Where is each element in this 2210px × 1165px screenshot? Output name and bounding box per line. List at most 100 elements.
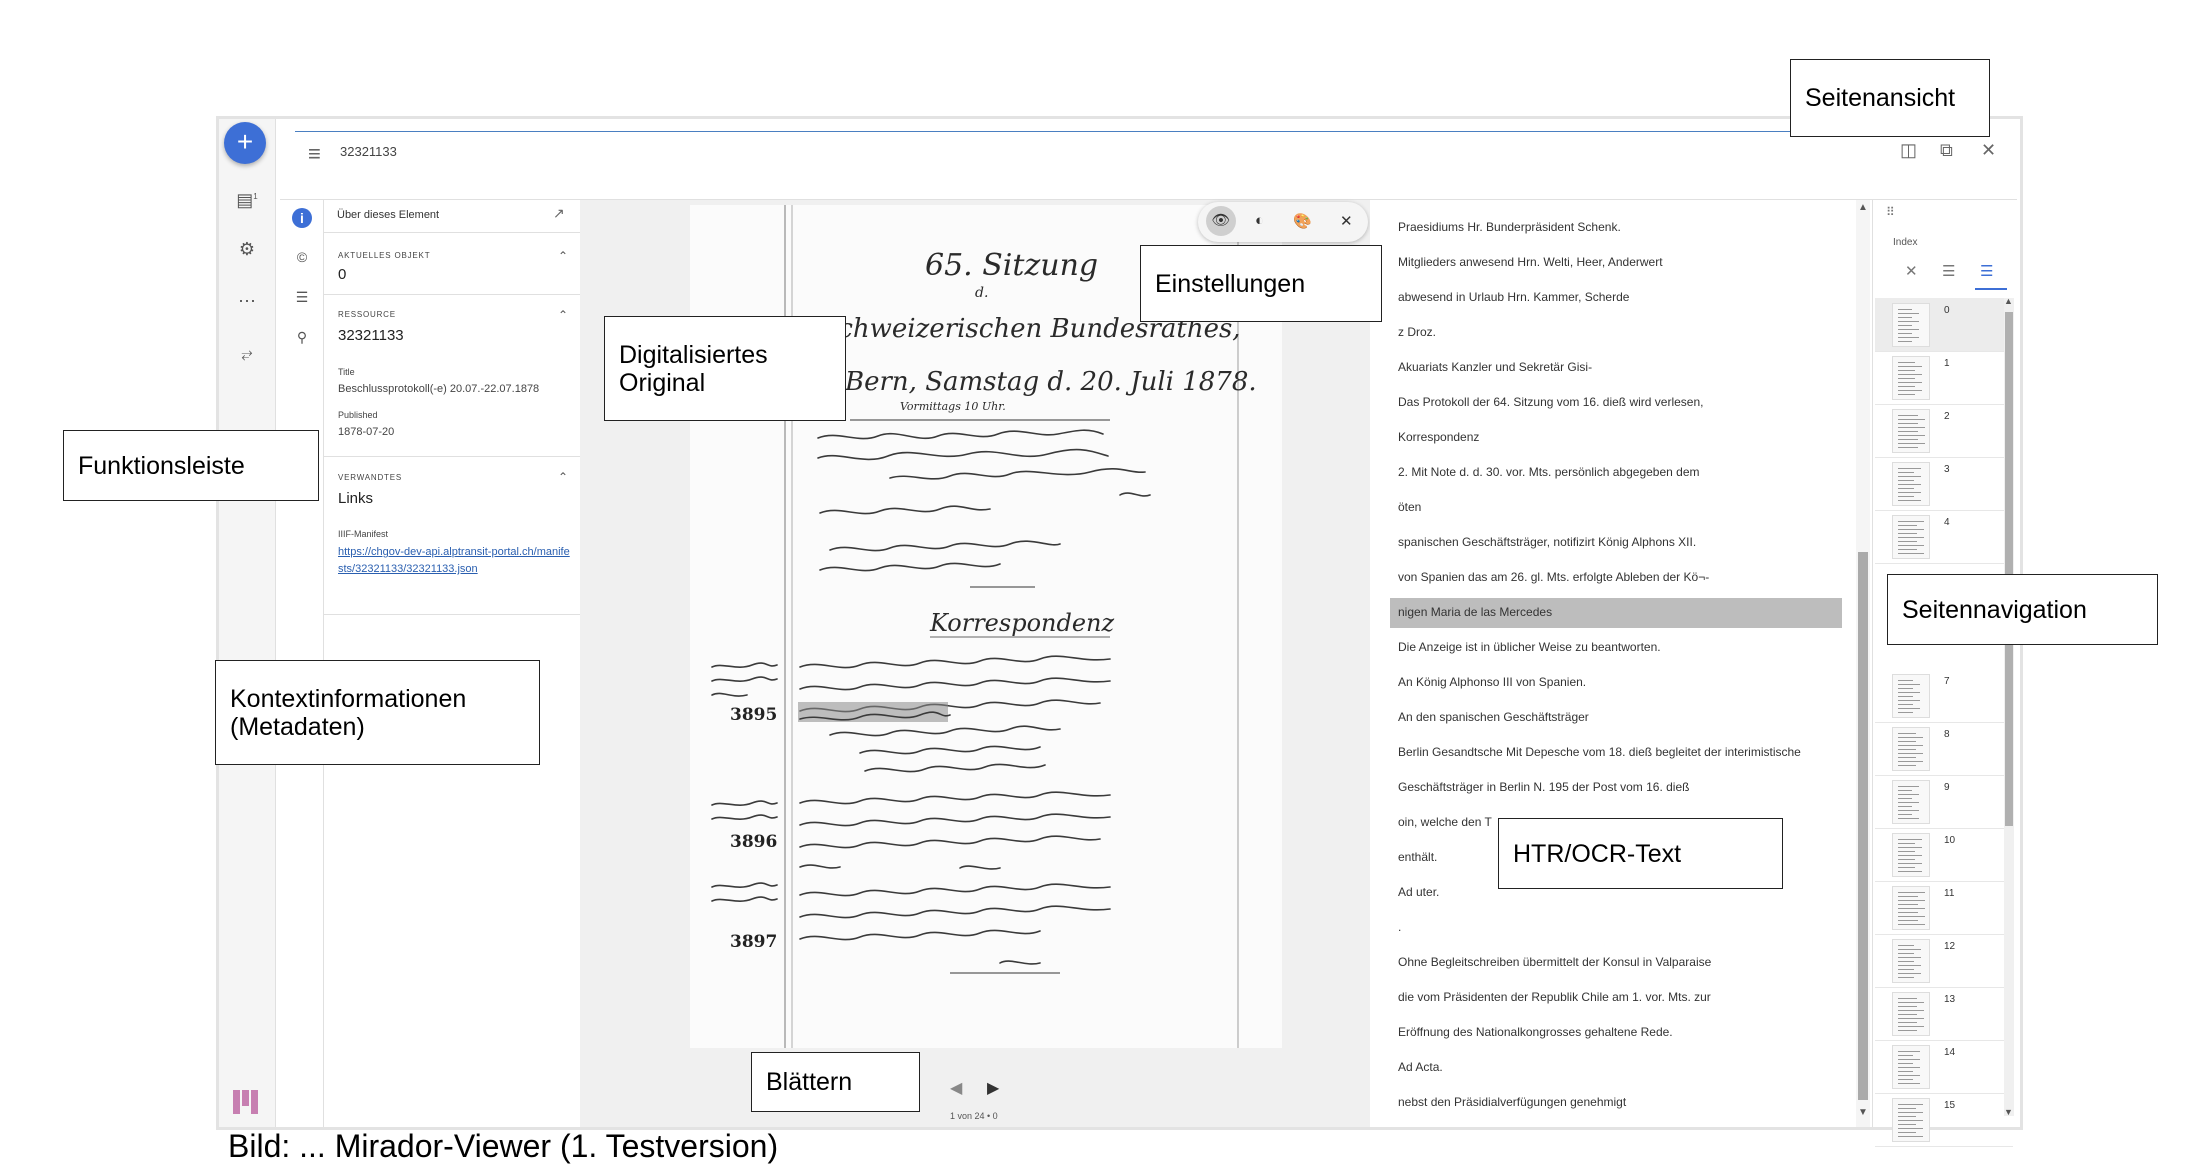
text-line[interactable]: von Spanien das am 26. gl. Mts. erfolgte… <box>1398 570 1709 584</box>
page-thumbnail-image[interactable] <box>1892 674 1930 718</box>
title-caption: Title <box>338 367 355 377</box>
page-thumbnail-image[interactable] <box>1892 356 1930 400</box>
text-line[interactable]: die vom Präsidenten der Republik Chile a… <box>1398 990 1711 1004</box>
chevron-up-icon[interactable]: ⌃ <box>558 249 568 263</box>
text-line-highlighted[interactable]: nigen Maria de las Mercedes <box>1398 605 1552 619</box>
page-thumbnail-image[interactable] <box>1892 1098 1930 1142</box>
text-line[interactable]: Ad Acta. <box>1398 1060 1443 1074</box>
scroll-up-icon[interactable]: ▲ <box>2004 296 2013 306</box>
text-line[interactable]: 2. Mit Note d. d. 30. vor. Mts. persönli… <box>1398 465 1700 479</box>
previous-page-button[interactable]: ◀ <box>950 1078 962 1098</box>
search-icon[interactable]: ⚲ <box>292 327 312 347</box>
page-number: 12 <box>1944 941 1956 952</box>
chevron-up-icon[interactable]: ⌃ <box>558 470 568 484</box>
copyright-icon[interactable]: © <box>292 247 312 267</box>
text-line[interactable]: Ad uter. <box>1398 885 1439 899</box>
page-thumbnail-image[interactable] <box>1892 886 1930 930</box>
text-line[interactable]: Die Anzeige ist in üblicher Weise zu bea… <box>1398 640 1661 654</box>
page-thumbnail-image[interactable] <box>1892 939 1930 983</box>
page-thumbnail-image[interactable] <box>1892 833 1930 877</box>
text-line[interactable]: Korrespondenz <box>1398 430 1479 444</box>
next-page-button[interactable]: ▶ <box>987 1078 999 1098</box>
page-thumbnail[interactable]: 9 <box>1875 775 2013 829</box>
contrast-icon[interactable]: ◐ <box>1255 212 1264 229</box>
page-counter: 1 von 24 • 0 <box>950 1111 998 1121</box>
page-number: 3 <box>1944 464 1950 475</box>
page-thumbnail-image[interactable] <box>1892 409 1930 453</box>
page-thumbnail[interactable]: 7 <box>1875 669 2013 723</box>
info-icon[interactable]: i <box>292 208 312 228</box>
page-thumbnail-image[interactable] <box>1892 780 1930 824</box>
close-icon[interactable]: ✕ <box>1340 212 1353 230</box>
page-thumbnail-image[interactable] <box>1892 727 1930 771</box>
page-thumbnail[interactable]: 4 <box>1875 510 2013 564</box>
htr-text-pane[interactable] <box>1370 200 1860 1127</box>
page-thumbnail-image[interactable] <box>1892 462 1930 506</box>
page-thumbnail[interactable]: 0 <box>1875 298 2013 352</box>
annotation-kontextinformationen: Kontextinformationen (Metadaten) <box>215 660 540 765</box>
chevron-up-icon[interactable]: ⌃ <box>558 308 568 322</box>
window-title: 32321133 <box>340 144 397 159</box>
text-line[interactable]: öten <box>1398 500 1421 514</box>
split-view-icon[interactable]: ◫ <box>1900 140 1917 161</box>
list-icon[interactable]: ☰ <box>1942 262 1955 280</box>
page-thumbnail-image[interactable] <box>1892 515 1930 559</box>
page-thumbnail[interactable]: 2 <box>1875 404 2013 458</box>
page-thumbnail[interactable]: 12 <box>1875 934 2013 988</box>
eye-icon[interactable]: 👁 <box>1206 206 1236 236</box>
text-line[interactable]: enthält. <box>1398 850 1437 864</box>
text-line[interactable]: Mitglieders anwesend Hrn. Welti, Heer, A… <box>1398 255 1663 269</box>
close-icon[interactable]: ✕ <box>1905 262 1918 280</box>
resource-caption: RESSOURCE <box>338 310 396 319</box>
palette-icon[interactable]: 🎨 <box>1293 212 1312 230</box>
text-line[interactable]: Geschäftsträger in Berlin N. 195 der Pos… <box>1398 780 1689 794</box>
page-thumbnail[interactable]: 1 <box>1875 351 2013 405</box>
page-thumbnail[interactable]: 14 <box>1875 1040 2013 1094</box>
page-number: 10 <box>1944 835 1956 846</box>
drag-handle-icon[interactable]: ⠿ <box>1886 205 1895 219</box>
page-thumbnail[interactable]: 13 <box>1875 987 2013 1041</box>
thumbnail-list-icon[interactable]: ☰ <box>1980 262 1993 280</box>
page-thumbnail[interactable]: 3 <box>1875 457 2013 511</box>
hamburger-icon[interactable]: ≡ <box>308 141 321 167</box>
page-thumbnail[interactable]: 8 <box>1875 722 2013 776</box>
text-line[interactable]: Akuariats Kanzler und Sekretär Gisi- <box>1398 360 1592 374</box>
pagenav-scrollbar-thumb[interactable] <box>2005 312 2013 826</box>
mirador-logo <box>233 1090 259 1114</box>
iiif-manifest-link[interactable]: https://chgov-dev-api.alptransit-portal.… <box>338 544 570 578</box>
text-line[interactable]: . <box>1398 920 1401 934</box>
page-thumbnail-image[interactable] <box>1892 992 1930 1036</box>
drag-icon[interactable]: ⥂ <box>236 342 258 364</box>
open-external-icon[interactable]: ↗ <box>553 205 565 222</box>
text-line[interactable]: z Droz. <box>1398 325 1436 339</box>
text-line[interactable]: nebst den Präsidialverfügungen genehmigt <box>1398 1095 1626 1109</box>
catalog-icon[interactable]: ▤1 <box>236 186 258 210</box>
scroll-up-icon[interactable]: ▲ <box>1858 202 1868 213</box>
settings-icon[interactable]: ⚙ <box>236 238 258 260</box>
text-line[interactable]: An den spanischen Geschäftsträger <box>1398 710 1589 724</box>
page-thumbnail[interactable]: 15 <box>1875 1093 2013 1147</box>
text-line[interactable]: Eröffnung des Nationalkongrosses gehalte… <box>1398 1025 1673 1039</box>
divider <box>324 294 580 295</box>
text-line[interactable]: Das Protokoll der 64. Sitzung vom 16. di… <box>1398 395 1703 409</box>
text-line[interactable]: Ohne Begleitschreiben übermittelt der Ko… <box>1398 955 1711 969</box>
text-scrollbar-thumb[interactable] <box>1858 552 1868 1100</box>
annotation-seitenansicht: Seitenansicht <box>1790 59 1990 137</box>
text-line[interactable]: An König Alphonso III von Spanien. <box>1398 675 1586 689</box>
page-thumbnail[interactable]: 10 <box>1875 828 2013 882</box>
page-thumbnail-image[interactable] <box>1892 1045 1930 1089</box>
text-line[interactable]: spanischen Geschäftsträger, notifizirt K… <box>1398 535 1696 549</box>
toc-icon[interactable]: ☰ <box>292 287 312 307</box>
text-line[interactable]: Praesidiums Hr. Bunderpräsident Schenk. <box>1398 220 1621 234</box>
fullscreen-icon[interactable]: ⧉ <box>1940 140 1953 161</box>
more-icon[interactable]: ⋯ <box>236 290 258 312</box>
page-thumbnail-image[interactable] <box>1892 303 1930 347</box>
text-line[interactable]: abwesend in Urlaub Hrn. Kammer, Scherde <box>1398 290 1629 304</box>
scroll-down-icon[interactable]: ▼ <box>1858 1107 1868 1118</box>
close-window-button[interactable]: ✕ <box>1981 140 1996 161</box>
text-line[interactable]: Berlin Gesandtsche Mit Depesche vom 18. … <box>1398 745 1801 759</box>
page-thumbnail[interactable]: 11 <box>1875 881 2013 935</box>
text-line[interactable]: oin, welche den T <box>1398 815 1492 829</box>
scroll-down-icon[interactable]: ▼ <box>2004 1107 2013 1117</box>
add-resource-button[interactable]: + <box>224 122 266 164</box>
